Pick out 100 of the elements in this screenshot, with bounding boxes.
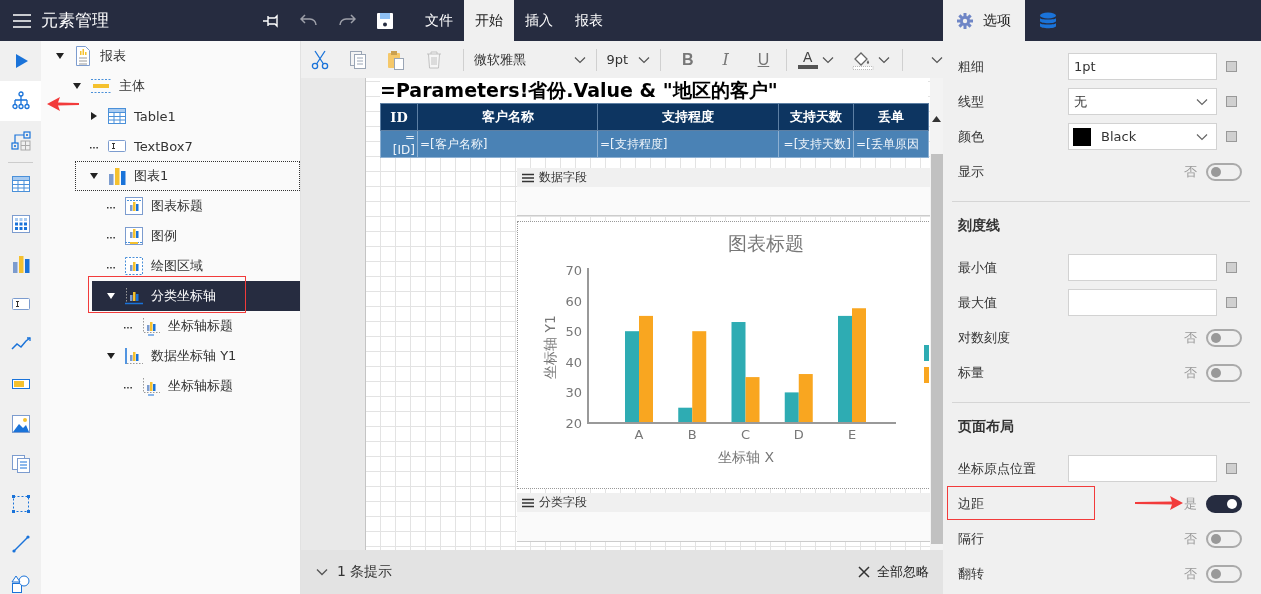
axis-title: 坐标轴 Y1 (542, 315, 558, 379)
expand-caret-icon[interactable] (89, 111, 99, 121)
tree-item[interactable]: TextBox7 (75, 131, 300, 161)
grouping-icon (10, 131, 31, 151)
tree-item[interactable]: 绘图区域 (92, 251, 300, 281)
tree-item[interactable]: 图例 (92, 221, 300, 251)
scrollbar-thumb[interactable] (930, 154, 943, 544)
toggle-state: 否 (1184, 162, 1197, 181)
list-icon[interactable] (522, 497, 534, 508)
dropdown-field[interactable]: 无 (1068, 88, 1217, 115)
tree-item[interactable]: 数据坐标轴 Y1 (92, 341, 300, 371)
menu-icon[interactable] (13, 12, 31, 29)
reset-checkbox[interactable] (1226, 297, 1237, 308)
expand-caret-icon[interactable] (89, 171, 99, 181)
ignore-all-button[interactable]: 全部忽略 (858, 563, 929, 581)
chart-title: 图表标题 (728, 232, 804, 254)
reset-checkbox[interactable] (1226, 262, 1237, 273)
scissors-icon[interactable] (311, 49, 329, 70)
toggle-state: 否 (1184, 529, 1197, 548)
list-icon[interactable] (522, 172, 534, 183)
reset-checkbox[interactable] (1226, 131, 1237, 142)
chart-element-icon (124, 196, 144, 216)
table-cell: =[客户名称] (417, 130, 598, 158)
documents-icon (10, 454, 31, 474)
toggle-switch[interactable] (1206, 328, 1242, 347)
table-icon (107, 106, 127, 126)
expand-caret-icon[interactable] (55, 51, 65, 61)
tree-item[interactable]: 主体 (58, 71, 300, 101)
menu-tab[interactable]: 插入 (514, 0, 564, 41)
font-size-select[interactable]: 9pt (604, 44, 654, 75)
scroll-up-icon[interactable] (932, 116, 941, 122)
input-field[interactable] (1068, 254, 1217, 281)
zone-label: 数据字段 (539, 169, 587, 186)
toggle-switch[interactable] (1206, 494, 1242, 513)
property-label: 最大值 (958, 293, 998, 312)
hints-toggle[interactable]: 1 条提示 (316, 563, 393, 581)
property-label: 隔行 (958, 529, 985, 548)
input-field[interactable] (1068, 289, 1217, 316)
toggle-switch[interactable] (1206, 162, 1242, 181)
document-icon (73, 45, 93, 67)
column-header: 丢单 (853, 103, 929, 131)
table-cell: =[丢单原因 (853, 130, 929, 158)
toggle-state: 否 (1184, 363, 1197, 382)
expand-caret-icon[interactable] (106, 291, 116, 301)
caret-icon[interactable] (573, 55, 586, 64)
property-label: 粗细 (958, 57, 985, 76)
expand-caret-icon[interactable] (72, 81, 82, 91)
toggle-switch[interactable] (1206, 363, 1242, 382)
caret-icon[interactable] (822, 55, 835, 64)
bar-chart-icon (10, 254, 31, 274)
tree-item[interactable]: 坐标轴标题 (109, 311, 300, 341)
toggle-state: 否 (1184, 328, 1197, 347)
tree-item[interactable]: 报表 (41, 41, 300, 71)
save-icon[interactable] (376, 11, 394, 30)
tree-item[interactable]: Table1 (75, 101, 300, 131)
input-field[interactable] (1068, 455, 1217, 482)
menu-tab[interactable]: 文件 (414, 0, 464, 41)
paste-icon[interactable] (387, 49, 405, 70)
tick-label: 40 (565, 354, 582, 370)
zone-label: 分类字段 (539, 494, 587, 511)
bold-button[interactable]: B (668, 44, 707, 75)
expand-caret-icon[interactable] (106, 351, 116, 361)
copy-icon[interactable] (349, 49, 367, 70)
toggle-switch[interactable] (1206, 564, 1242, 583)
category-label: B (687, 427, 697, 442)
font-color-button[interactable]: A (797, 50, 819, 69)
panel-tab[interactable]: 选项 (943, 0, 1025, 41)
reset-checkbox[interactable] (1226, 463, 1237, 474)
caret-icon[interactable] (1196, 132, 1208, 141)
menu-tab[interactable]: 开始 (464, 0, 514, 41)
caret-icon[interactable] (878, 55, 891, 64)
section-heading: 页面布局 (958, 417, 1015, 436)
chart-element-icon (124, 226, 144, 246)
italic-button[interactable]: I (706, 44, 745, 75)
input-field[interactable]: 1pt (1068, 53, 1217, 80)
font-select[interactable]: 微软雅黑 (471, 44, 590, 75)
color-dropdown[interactable]: Black (1068, 123, 1217, 150)
tree-item[interactable]: 图表1 (75, 161, 300, 191)
menu-tab[interactable]: 报表 (564, 0, 614, 41)
matrix-icon (10, 214, 31, 234)
tree-item[interactable]: 坐标轴标题 (109, 371, 300, 401)
band-icon (90, 76, 112, 96)
table-cell: =[支持天数] (778, 130, 854, 158)
field-drop-zone[interactable]: 分类字段 (517, 493, 930, 542)
close-icon (858, 566, 870, 578)
category-label: C (740, 427, 751, 442)
reset-checkbox[interactable] (1226, 61, 1237, 72)
property-label: 翻转 (958, 564, 985, 583)
caret-icon[interactable] (1196, 97, 1208, 106)
caret-icon[interactable] (931, 55, 943, 64)
report-title: =Parameters!省份.Value & "地区的客户" (380, 78, 928, 103)
underline-button[interactable]: U (744, 44, 783, 75)
image-icon (10, 414, 31, 434)
column-header: 支持程度 (597, 103, 779, 131)
reset-checkbox[interactable] (1226, 96, 1237, 107)
tree-item[interactable]: 图表标题 (92, 191, 300, 221)
field-drop-zone[interactable]: 数据字段 (517, 168, 930, 216)
toggle-switch[interactable] (1206, 529, 1242, 548)
caret-icon[interactable] (637, 55, 650, 64)
pin-icon[interactable] (262, 11, 280, 30)
